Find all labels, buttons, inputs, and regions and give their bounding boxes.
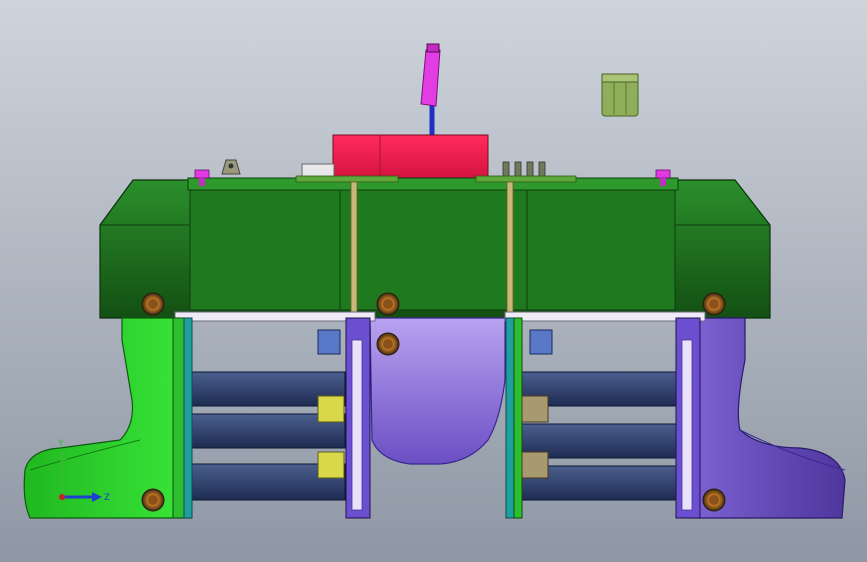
triad-z-label: Z bbox=[104, 493, 110, 503]
cylindrical-bushing[interactable] bbox=[601, 73, 639, 117]
cad-viewport[interactable]: Y Z bbox=[0, 0, 867, 562]
upper-green-housing[interactable] bbox=[99, 175, 771, 319]
x-axis-dot bbox=[59, 494, 65, 500]
triad-y-label: Y bbox=[57, 439, 64, 449]
